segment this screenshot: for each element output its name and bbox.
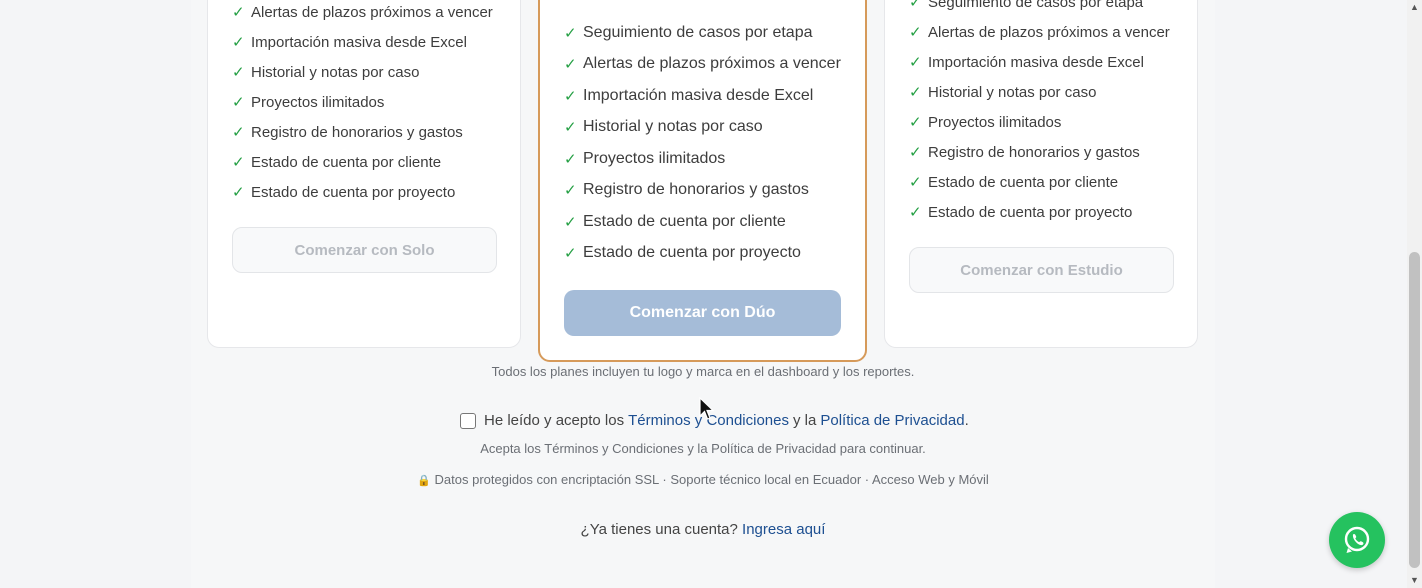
check-icon: ✓ xyxy=(909,174,922,191)
feature-item: ✓ Seguimiento de casos por etapa xyxy=(909,0,1143,11)
feature-item: ✓ Historial y notas por caso xyxy=(909,83,1097,102)
scroll-up-icon[interactable]: ▲ xyxy=(1410,2,1419,12)
terms-prefix: He leído y acepto los xyxy=(484,412,625,429)
check-icon: ✓ xyxy=(909,204,922,221)
terms-period: . xyxy=(964,412,969,429)
whatsapp-button[interactable] xyxy=(1329,512,1385,568)
cursor-icon xyxy=(699,397,715,420)
check-icon: ✓ xyxy=(564,214,577,231)
check-icon: ✓ xyxy=(232,34,245,51)
check-icon: ✓ xyxy=(564,88,577,105)
feature-item: ✓ Alertas de plazos próximos a vencer xyxy=(564,55,841,73)
feature-item: ✓ Registro de honorarios y gastos xyxy=(564,181,809,199)
terms-and: y la xyxy=(793,412,817,429)
feature-item: ✓ Estado de cuenta por cliente xyxy=(564,213,786,231)
terms-hint: Acepta los Términos y Condiciones y la P… xyxy=(480,441,926,456)
check-icon: ✓ xyxy=(909,114,922,131)
check-icon: ✓ xyxy=(232,184,245,201)
check-icon: ✓ xyxy=(909,84,922,101)
feature-item: ✓ Alertas de plazos próximos a vencer xyxy=(909,23,1170,42)
feature-item: ✓ Historial y notas por caso xyxy=(564,118,763,136)
feature-item: ✓ Importación masiva desde Excel xyxy=(909,53,1144,72)
feature-item: ✓ Estado de cuenta por cliente xyxy=(232,153,442,172)
feature-item: ✓ Historial y notas por caso xyxy=(232,63,420,82)
check-icon: ✓ xyxy=(564,56,577,73)
start-solo-button[interactable]: Comenzar con Solo xyxy=(232,227,497,273)
check-icon: ✓ xyxy=(909,144,922,161)
start-estudio-button[interactable]: Comenzar con Estudio xyxy=(909,247,1174,293)
feature-item: ✓ Importación masiva desde Excel xyxy=(232,33,467,52)
check-icon: ✓ xyxy=(564,119,577,136)
check-icon: ✓ xyxy=(909,54,922,71)
feature-item: ✓ Importación masiva desde Excel xyxy=(564,87,814,105)
login-prompt: ¿Ya tienes una cuenta? Ingresa aquí xyxy=(580,521,826,538)
page-scrollbar[interactable]: ▲ ▼ xyxy=(1407,0,1422,588)
feature-item: ✓ Proyectos ilimitados xyxy=(909,113,1062,132)
feature-item: ✓ Estado de cuenta por proyecto xyxy=(232,183,456,202)
plan-card-solo: ✓ Alertas de plazos próximos a vencer ✓ Im… xyxy=(207,0,521,348)
feature-item: ✓ Estado de cuenta por proyecto xyxy=(909,203,1133,222)
check-icon: ✓ xyxy=(564,25,577,42)
check-icon: ✓ xyxy=(564,245,577,262)
plan-card-duo: ✓ Seguimiento de casos por etapa ✓ Alertas… xyxy=(538,0,867,362)
feature-item: ✓ Seguimiento de casos por etapa xyxy=(564,24,813,42)
check-icon: ✓ xyxy=(232,4,245,21)
check-icon: ✓ xyxy=(232,124,245,141)
scroll-down-icon[interactable]: ▼ xyxy=(1410,575,1419,585)
feature-item: ✓ Estado de cuenta por proyecto xyxy=(564,244,801,262)
check-icon: ✓ xyxy=(232,154,245,171)
terms-checkbox[interactable] xyxy=(460,412,476,429)
privacy-link[interactable]: Política de Privacidad xyxy=(820,412,964,429)
security-note: 🔒 Datos protegidos con encriptación SSL … xyxy=(417,472,989,487)
login-link[interactable]: Ingresa aquí xyxy=(742,521,825,538)
branding-note: Todos los planes incluyen tu logo y marc… xyxy=(491,364,915,379)
feature-item: ✓ Proyectos ilimitados xyxy=(564,150,726,168)
check-icon: ✓ xyxy=(564,182,577,199)
scrollbar-thumb[interactable] xyxy=(1409,252,1420,568)
feature-item: ✓ Proyectos ilimitados xyxy=(232,93,385,112)
start-duo-button[interactable]: Comenzar con Dúo xyxy=(564,290,841,336)
check-icon: ✓ xyxy=(909,24,922,41)
feature-item: ✓ Estado de cuenta por cliente xyxy=(909,173,1119,192)
whatsapp-icon xyxy=(1344,526,1370,553)
check-icon: ✓ xyxy=(564,151,577,168)
check-icon: ✓ xyxy=(909,0,922,11)
plan-card-estudio: ✓ Seguimiento de casos por etapa ✓ Alertas… xyxy=(884,0,1198,348)
check-icon: ✓ xyxy=(232,94,245,111)
lock-icon: 🔒 xyxy=(417,475,431,487)
check-icon: ✓ xyxy=(232,64,245,81)
feature-item: ✓ Registro de honorarios y gastos xyxy=(909,143,1140,162)
feature-item: ✓ Registro de honorarios y gastos xyxy=(232,123,463,142)
feature-item: ✓ Alertas de plazos próximos a vencer xyxy=(232,3,493,22)
